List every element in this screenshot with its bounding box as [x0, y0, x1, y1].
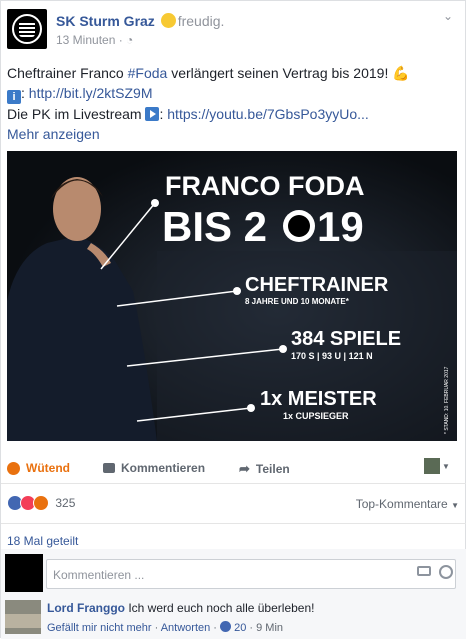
commenter-name[interactable]: Lord Franggo: [47, 601, 125, 615]
comment-age[interactable]: 9 Min: [256, 622, 283, 634]
reply-link[interactable]: Antworten: [161, 622, 211, 634]
page-avatar[interactable]: [7, 9, 47, 49]
page-name-link[interactable]: SK Sturm Graz: [56, 13, 155, 29]
angry-icon: [7, 461, 20, 475]
share-icon: ➦: [239, 461, 250, 476]
info-icon: i: [7, 90, 21, 104]
reaction-icons[interactable]: [7, 495, 49, 511]
happy-emoji-icon: [160, 13, 176, 28]
caret-down-icon: ▼: [442, 461, 450, 471]
graphic-footnote: * STAND: 10. FEBRUAR 2017: [444, 366, 450, 434]
react-label: Wütend: [26, 461, 70, 475]
sticker-smiley-icon[interactable]: [439, 565, 453, 579]
graphic-meister: 1x MEISTER: [260, 388, 377, 410]
sort-label: Top-Kommentare: [355, 497, 448, 511]
facebook-post: SK Sturm Graz freudig. 13 Minuten · ◔ ⌄ …: [0, 0, 466, 639]
post-text-end: verlängert seinen Vertrag bis 2019!: [167, 65, 393, 81]
unlike-link[interactable]: Gefällt mir nicht mehr: [47, 622, 152, 634]
comment-icon: [103, 463, 115, 473]
feeling-text: freudig.: [177, 13, 225, 29]
graphic-meister-sub: 1x CUPSIEGER: [283, 411, 349, 421]
user-avatar: [5, 554, 43, 592]
shares-count[interactable]: 18 Mal geteilt: [7, 534, 78, 548]
club-logo: [12, 14, 42, 44]
graphic-spiele-sub: 170 S | 93 U | 121 N: [291, 351, 373, 361]
chevron-down-icon[interactable]: ⌄: [443, 9, 453, 23]
comment-like-icon: [220, 621, 232, 632]
globe-icon: ◔: [126, 33, 134, 47]
comment-meta: Gefällt mir nicht mehr · Antworten · 20 …: [47, 621, 284, 634]
comment-label: Kommentieren: [121, 461, 206, 475]
livestream-label: Die PK im Livestream: [7, 106, 146, 122]
hashtag-link[interactable]: #Foda: [128, 65, 168, 81]
post-text: Cheftrainer Franco #Foda verlängert sein…: [7, 65, 410, 142]
graphic-cheftrainer: CHEFTRAINER: [245, 274, 389, 296]
flexed-biceps-icon: 💪: [392, 65, 410, 81]
comment-sort-dropdown[interactable]: Top-Kommentare ▼: [356, 497, 459, 511]
reaction-selector[interactable]: ▼: [424, 458, 450, 474]
post-text-start: Cheftrainer Franco: [7, 65, 128, 81]
comment-text: Ich werd euch noch alle überleben!: [128, 601, 315, 615]
share-label: Teilen: [255, 462, 290, 476]
graphic-year-a: BIS 2: [162, 203, 267, 250]
graphic-name: FRANCO FODA: [165, 171, 364, 201]
foda-graphic: FRANCO FODA BIS 2 19 CHEFTRAINER 8 JAHRE…: [7, 151, 457, 441]
action-bar: Wütend Kommentieren ➦ Teilen ▼: [1, 453, 466, 484]
angry-face-icon: [33, 495, 49, 511]
share-button[interactable]: ➦ Teilen: [239, 461, 290, 477]
comment-like-count[interactable]: 20: [234, 622, 246, 634]
see-more-link[interactable]: Mehr anzeigen: [7, 126, 100, 142]
react-button[interactable]: Wütend: [7, 461, 70, 475]
play-icon: [145, 107, 160, 121]
comment-input[interactable]: Kommentieren ...: [46, 559, 456, 589]
camera-icon[interactable]: [417, 566, 431, 576]
comment-body: Lord Franggo Ich werd euch noch alle übe…: [47, 601, 314, 615]
reaction-count[interactable]: 325: [55, 496, 75, 510]
graphic-cheftrainer-sub: 8 JAHRE UND 10 MONATE*: [245, 297, 350, 306]
post-timestamp[interactable]: 13 Minuten: [56, 33, 115, 47]
youtube-link[interactable]: https://youtu.be/7GbsPo3yyUo...: [167, 106, 369, 122]
comment-placeholder: Kommentieren ...: [53, 568, 145, 582]
reactions-summary: 325 Top-Kommentare ▼: [7, 495, 459, 515]
commenter-avatar[interactable]: [5, 600, 41, 634]
profile-thumbnail: [424, 458, 440, 474]
graphic-spiele: 384 SPIELE: [291, 328, 401, 350]
bitly-link[interactable]: http://bit.ly/2ktSZ9M: [29, 85, 153, 101]
post-image[interactable]: FRANCO FODA BIS 2 19 CHEFTRAINER 8 JAHRE…: [7, 151, 457, 441]
caret-down-icon: ▼: [451, 501, 459, 510]
divider: [1, 523, 466, 524]
comment-button[interactable]: Kommentieren: [103, 461, 205, 475]
post-header: SK Sturm Graz freudig.: [56, 13, 224, 29]
graphic-year-b: 19: [317, 203, 364, 250]
comments-section: Kommentieren ... Lord Franggo Ich werd e…: [1, 549, 466, 639]
post-meta: 13 Minuten · ◔: [56, 33, 134, 47]
